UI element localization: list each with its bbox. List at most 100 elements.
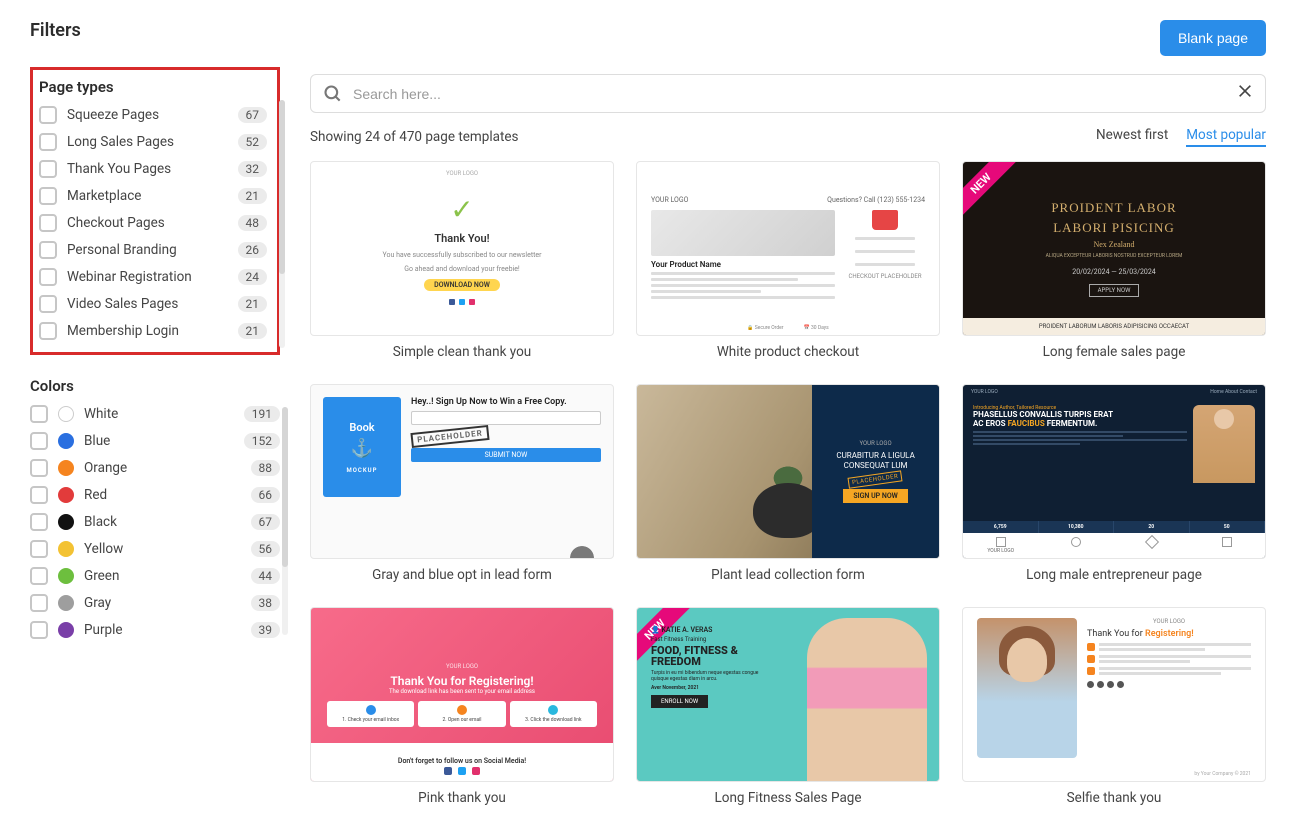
filter-row[interactable]: Black 67 [30,513,280,531]
count-badge: 52 [238,134,268,150]
checkbox[interactable] [39,133,57,151]
checkbox[interactable] [30,594,48,612]
template-thumbnail: YOUR LOGO ✓ Thank You! You have successf… [310,161,614,336]
filter-label: Black [84,514,241,530]
count-badge: 32 [238,161,268,177]
filter-row[interactable]: Green 44 [30,567,280,585]
checkbox[interactable] [39,322,57,340]
checkbox[interactable] [39,295,57,313]
filter-row[interactable]: Video Sales Pages 21 [39,295,267,313]
template-title: Long male entrepreneur page [1026,567,1202,583]
count-badge: 152 [244,433,280,449]
clear-search-icon[interactable] [1237,83,1253,104]
sort-newest[interactable]: Newest first [1096,127,1168,147]
filter-row[interactable]: Orange 88 [30,459,280,477]
filter-row[interactable]: Webinar Registration 24 [39,268,267,286]
template-thumbnail: YOUR LOGOHome About Contact Introducing … [962,384,1266,559]
checkbox[interactable] [30,459,48,477]
sort-links: Newest first Most popular [1096,127,1266,147]
filter-label: Green [84,568,241,584]
filter-row[interactable]: Gray 38 [30,594,280,612]
count-badge: 44 [251,568,281,584]
filter-row[interactable]: Long Sales Pages 52 [39,133,267,151]
color-swatch [58,622,74,638]
template-title: Long female sales page [1043,344,1186,360]
template-thumbnail: YOUR LOGO Thank You for Registering! The… [310,607,614,782]
template-thumbnail: NEW PROIDENT LABOR LABORI PISICING Nex Z… [962,161,1266,336]
checkbox[interactable] [30,567,48,585]
checkbox[interactable] [30,405,48,423]
template-card[interactable]: YOUR LOGO Thank You for Registering! The… [310,607,614,806]
template-card[interactable]: NEW PROIDENT LABOR LABORI PISICING Nex Z… [962,161,1266,360]
filter-row[interactable]: Checkout Pages 48 [39,214,267,232]
scrollbar[interactable] [279,100,285,348]
filter-label: Webinar Registration [67,269,228,285]
filter-row[interactable]: White 191 [30,405,280,423]
filter-label: Blue [84,433,234,449]
scrollbar[interactable] [282,407,288,635]
page-types-section: Page types Squeeze Pages 67 Long Sales P… [30,67,280,355]
template-card[interactable]: NEW 👤 KATIE A. VERAS Fast Fitness Traini… [636,607,940,806]
template-title: White product checkout [717,344,859,360]
template-title: Long Fitness Sales Page [714,790,861,806]
filter-label: Gray [84,595,241,611]
filter-label: Squeeze Pages [67,107,228,123]
checkbox[interactable] [39,214,57,232]
template-card[interactable]: YOUR LOGO ✓ Thank You! You have successf… [310,161,614,360]
checkbox[interactable] [30,486,48,504]
new-badge: NEW [962,161,1020,223]
template-title: Gray and blue opt in lead form [372,567,552,583]
template-card[interactable]: Book ⚓ MOCKUP Hey..! Sign Up Now to Win … [310,384,614,583]
count-badge: 21 [238,323,268,339]
filter-row[interactable]: Yellow 56 [30,540,280,558]
filter-row[interactable]: Thank You Pages 32 [39,160,267,178]
filter-row[interactable]: Squeeze Pages 67 [39,106,267,124]
search-input[interactable] [353,86,1227,102]
color-swatch [58,514,74,530]
filter-label: Personal Branding [67,242,228,258]
filter-label: Membership Login [67,323,228,339]
count-badge: 48 [238,215,268,231]
filter-row[interactable]: Red 66 [30,486,280,504]
colors-title: Colors [30,377,280,395]
checkbox[interactable] [30,432,48,450]
filter-row[interactable]: Marketplace 21 [39,187,267,205]
filter-label: Thank You Pages [67,161,228,177]
color-swatch [58,406,74,422]
count-badge: 191 [244,406,280,422]
count-badge: 56 [251,541,281,557]
checkbox[interactable] [39,187,57,205]
checkbox[interactable] [30,540,48,558]
filter-label: Checkout Pages [67,215,228,231]
filters-sidebar: Filters Page types Squeeze Pages 67 Long… [30,20,280,806]
book-icon: Book ⚓ MOCKUP [323,397,401,497]
count-badge: 26 [238,242,268,258]
filters-heading: Filters [30,20,81,41]
color-swatch [58,487,74,503]
sort-popular[interactable]: Most popular [1186,127,1266,147]
checkbox[interactable] [39,241,57,259]
checkbox[interactable] [39,106,57,124]
template-title: Selfie thank you [1067,790,1162,806]
filter-row[interactable]: Personal Branding 26 [39,241,267,259]
blank-page-button[interactable]: Blank page [1160,20,1266,56]
checkbox[interactable] [30,513,48,531]
filter-row[interactable]: Blue 152 [30,432,280,450]
template-thumbnail: Book ⚓ MOCKUP Hey..! Sign Up Now to Win … [310,384,614,559]
showing-count: Showing 24 of 470 page templates [310,129,519,145]
template-card[interactable]: YOUR LOGOHome About Contact Introducing … [962,384,1266,583]
check-icon: ✓ [450,193,473,226]
template-card[interactable]: YOUR LOGO Thank You for Registering! by … [962,607,1266,806]
filter-row[interactable]: Membership Login 21 [39,322,267,340]
search-icon [323,84,343,104]
checkbox[interactable] [39,160,57,178]
template-thumbnail: NEW 👤 KATIE A. VERAS Fast Fitness Traini… [636,607,940,782]
template-card[interactable]: YOUR LOGOQuestions? Call (123) 555-1234 … [636,161,940,360]
checkbox[interactable] [30,621,48,639]
count-badge: 67 [238,107,268,123]
checkbox[interactable] [39,268,57,286]
colors-section: Colors White 191 Blue 152 Orange 88 Red … [30,377,280,639]
filter-row[interactable]: Purple 39 [30,621,280,639]
count-badge: 38 [251,595,281,611]
template-card[interactable]: YOUR LOGO CURABITUR A LIGULA CONSEQUAT L… [636,384,940,583]
